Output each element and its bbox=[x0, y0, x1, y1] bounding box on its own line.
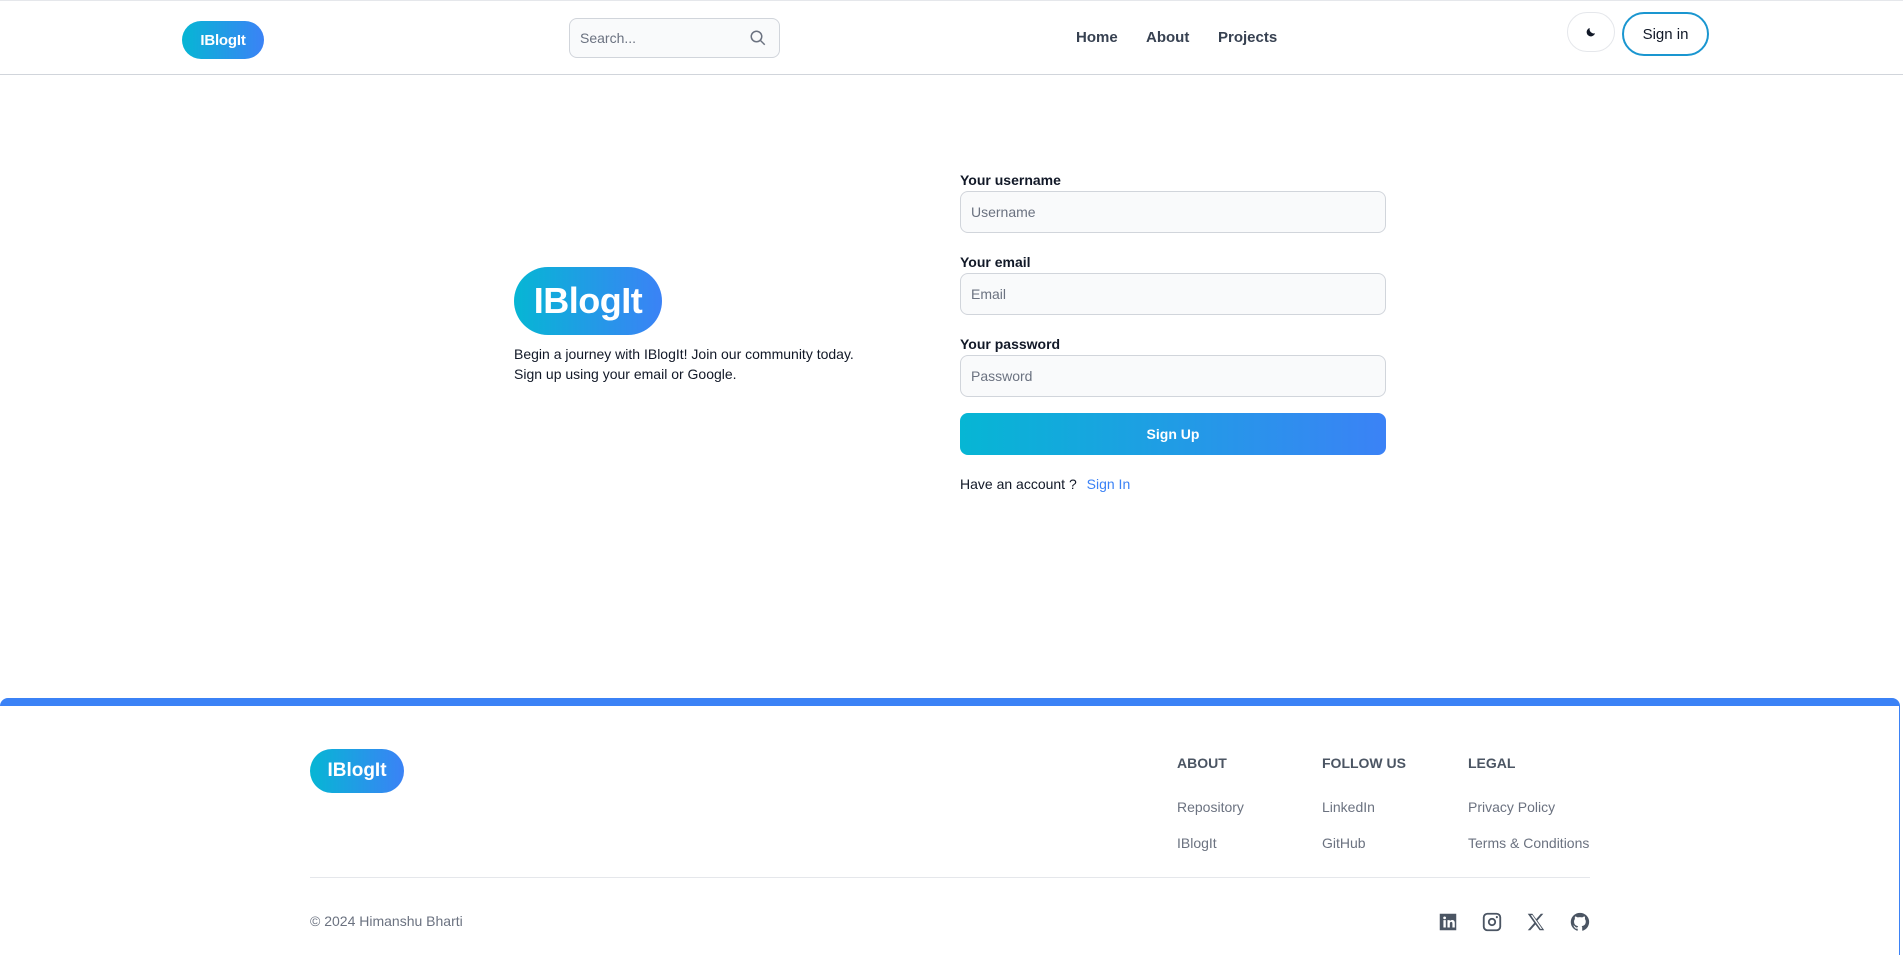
header-signin-button[interactable]: Sign in bbox=[1622, 12, 1709, 56]
copyright-text: © 2024 Himanshu Bharti bbox=[310, 913, 463, 929]
footer-link-iblogit[interactable]: IBlogIt bbox=[1177, 835, 1217, 851]
brand-logo[interactable]: IBlogIt bbox=[514, 267, 662, 335]
have-account-text: Have an account ? bbox=[960, 476, 1077, 492]
footer-col-follow-title: FOLLOW US bbox=[1322, 755, 1406, 771]
password-field[interactable] bbox=[960, 355, 1386, 397]
footer-link-github[interactable]: GitHub bbox=[1322, 835, 1366, 851]
footer-logo[interactable]: IBlogIt bbox=[310, 749, 404, 793]
footer-link-terms[interactable]: Terms & Conditions bbox=[1468, 835, 1589, 851]
search-icon[interactable] bbox=[749, 29, 767, 47]
top-navbar: IBlogIt Home About Projects Sign in bbox=[0, 0, 1903, 75]
have-account-row: Have an account ? Sign In bbox=[960, 476, 1130, 492]
theme-toggle-button[interactable] bbox=[1567, 12, 1615, 52]
footer-link-repository[interactable]: Repository bbox=[1177, 799, 1244, 815]
nav-home[interactable]: Home bbox=[1076, 29, 1118, 46]
signin-link[interactable]: Sign In bbox=[1087, 476, 1131, 492]
search-box bbox=[569, 18, 780, 58]
nav-about[interactable]: About bbox=[1146, 29, 1189, 46]
email-label: Your email bbox=[960, 254, 1031, 270]
tagline-line-2: Sign up using your email or Google. bbox=[514, 366, 737, 382]
signup-button[interactable]: Sign Up bbox=[960, 413, 1386, 455]
username-label: Your username bbox=[960, 172, 1061, 188]
username-field[interactable] bbox=[960, 191, 1386, 233]
x-icon[interactable] bbox=[1525, 911, 1547, 933]
tagline-line-1: Begin a journey with IBlogIt! Join our c… bbox=[514, 346, 854, 362]
footer-divider bbox=[310, 877, 1590, 878]
github-icon[interactable] bbox=[1569, 911, 1591, 933]
footer-col-legal-title: LEGAL bbox=[1468, 755, 1516, 771]
email-field[interactable] bbox=[960, 273, 1386, 315]
signup-tagline: Begin a journey with IBlogIt! Join our c… bbox=[514, 344, 884, 384]
header-logo[interactable]: IBlogIt bbox=[182, 21, 264, 59]
footer: IBlogIt ABOUT Repository IBlogIt FOLLOW … bbox=[0, 698, 1900, 955]
footer-col-about-title: ABOUT bbox=[1177, 755, 1227, 771]
footer-link-linkedin[interactable]: LinkedIn bbox=[1322, 799, 1375, 815]
footer-link-privacy[interactable]: Privacy Policy bbox=[1468, 799, 1555, 815]
linkedin-icon[interactable] bbox=[1437, 911, 1459, 933]
nav-projects[interactable]: Projects bbox=[1218, 29, 1277, 46]
page: IBlogIt Home About Projects Sign in IBlo… bbox=[0, 0, 1903, 955]
moon-icon bbox=[1586, 28, 1595, 37]
instagram-icon[interactable] bbox=[1481, 911, 1503, 933]
password-label: Your password bbox=[960, 336, 1061, 352]
search-input[interactable] bbox=[570, 19, 740, 57]
